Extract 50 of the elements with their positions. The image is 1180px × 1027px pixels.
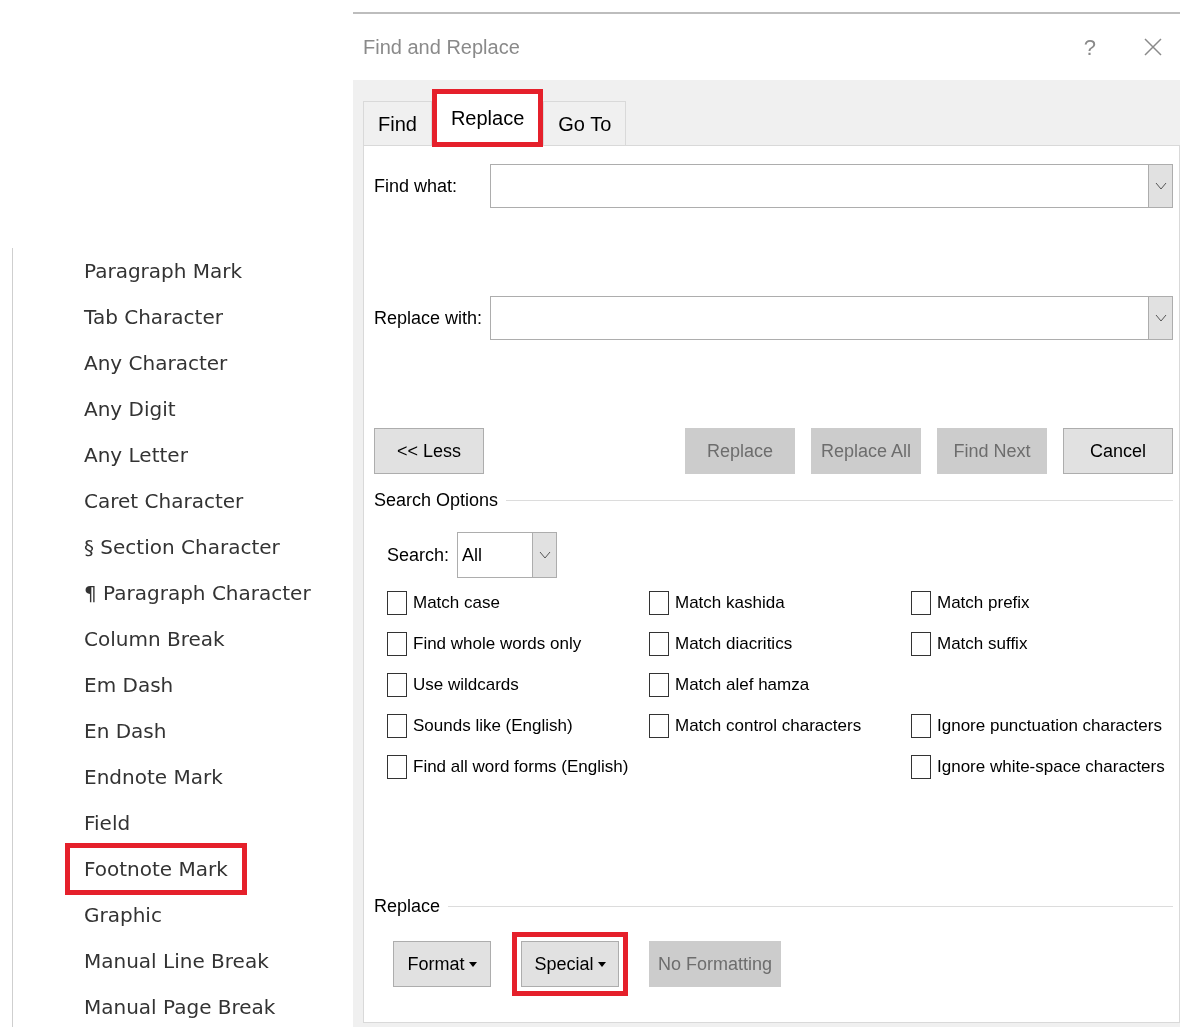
dialog-button[interactable]: Format xyxy=(393,941,491,987)
dialog-button[interactable]: Cancel xyxy=(1063,428,1173,474)
checkbox[interactable] xyxy=(911,713,931,738)
checkbox-label: Ignore white-space characters xyxy=(937,755,1165,778)
tab[interactable]: Find xyxy=(363,101,432,145)
chevron-down-icon xyxy=(538,551,551,559)
checkbox-label: Match suffix xyxy=(937,632,1028,655)
field-label: Replace with: xyxy=(374,306,484,330)
field-label: Search: xyxy=(387,543,450,567)
caret-icon xyxy=(468,961,477,967)
checkbox[interactable] xyxy=(911,590,931,615)
caret-icon xyxy=(597,961,606,967)
chevron-down-icon xyxy=(1154,182,1167,190)
checkbox-label: Match diacritics xyxy=(675,632,793,655)
checkbox-label: Match alef hamza xyxy=(675,673,810,696)
checkbox-label: Use wildcards xyxy=(413,673,519,696)
dialog-button[interactable]: Special xyxy=(521,941,619,987)
checkbox-label: Match control characters xyxy=(675,714,862,737)
dialog-button[interactable]: << Less xyxy=(374,428,484,474)
close-icon[interactable] xyxy=(1144,38,1162,56)
checkbox-label: Match case xyxy=(413,591,500,614)
checkbox-label: Find all word forms (English) xyxy=(413,755,629,778)
menu-item[interactable]: Footnote Mark xyxy=(65,843,247,895)
checkbox[interactable] xyxy=(649,590,669,615)
checkbox[interactable] xyxy=(911,754,931,779)
checkbox[interactable] xyxy=(387,631,407,656)
window-title: Find and Replace xyxy=(363,35,520,60)
checkbox-label: Match prefix xyxy=(937,591,1030,614)
checkbox[interactable] xyxy=(387,754,407,779)
section-title: Replace xyxy=(374,894,441,918)
tab[interactable]: Go To xyxy=(543,101,627,145)
checkbox[interactable] xyxy=(387,672,407,697)
tab[interactable]: Replace xyxy=(431,89,544,147)
checkbox[interactable] xyxy=(649,672,669,697)
field-label: Find what: xyxy=(374,174,459,198)
section-title: Search Options xyxy=(374,488,499,512)
checkbox-label: Sounds like (English) xyxy=(413,714,573,737)
search-dropdown[interactable]: All xyxy=(457,532,558,578)
checkbox[interactable] xyxy=(649,631,669,656)
replace-with-field[interactable] xyxy=(490,296,1173,340)
checkbox[interactable] xyxy=(387,713,407,738)
find-what-field[interactable] xyxy=(490,164,1173,208)
checkbox[interactable] xyxy=(387,590,407,615)
checkbox-label: Ignore punctuation characters xyxy=(937,714,1162,737)
checkbox-label: Find whole words only xyxy=(413,632,582,655)
checkbox-label: Match kashida xyxy=(675,591,785,614)
checkbox[interactable] xyxy=(649,713,669,738)
checkbox[interactable] xyxy=(911,631,931,656)
chevron-down-icon xyxy=(1154,314,1167,322)
help-button[interactable]: ? xyxy=(1083,30,1096,64)
